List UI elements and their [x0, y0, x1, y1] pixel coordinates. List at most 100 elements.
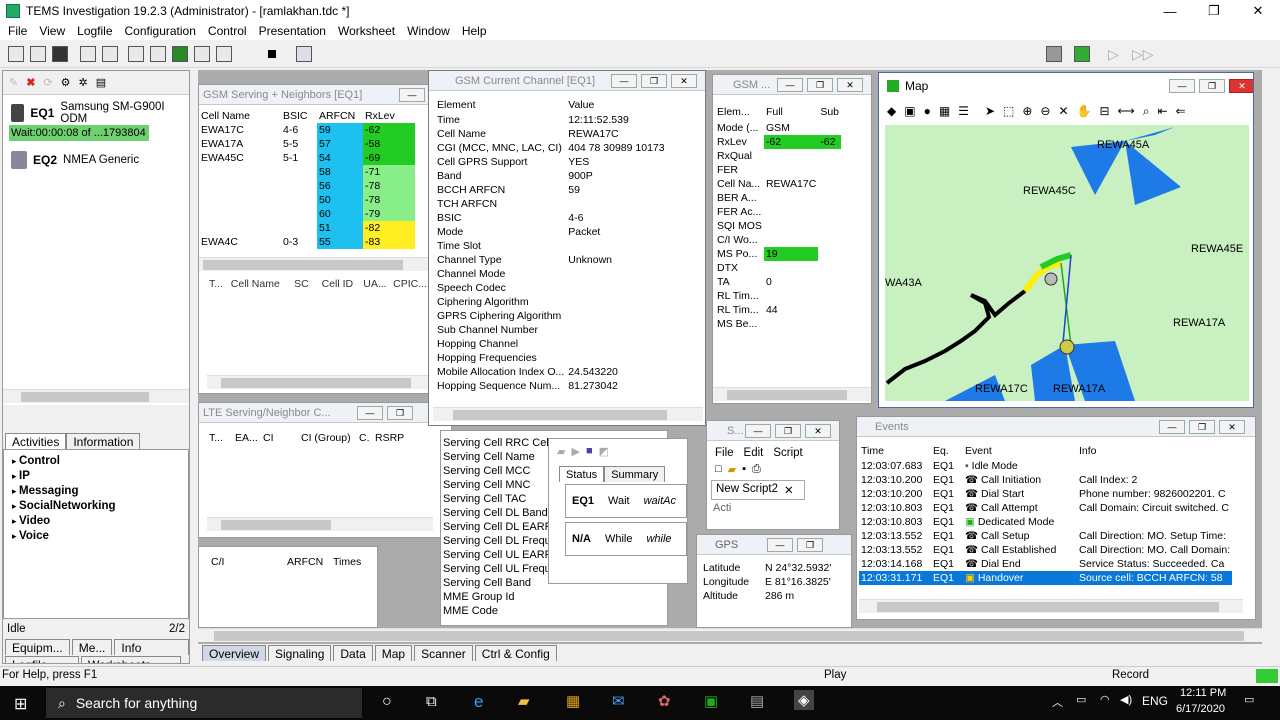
table-row[interactable]: Mode Packet [435, 225, 667, 239]
map-image-icon[interactable]: ▣ [904, 104, 915, 118]
tool-icon[interactable]: ✎ [9, 76, 18, 89]
table-row[interactable]: EWA17A 5-5 57 -58 [199, 137, 415, 151]
menu-control[interactable]: Control [202, 24, 253, 38]
tab-menu[interactable]: Me... [71, 639, 113, 655]
volume-icon[interactable]: ◀) [1120, 693, 1132, 706]
cortana-icon[interactable]: ○ [382, 693, 392, 711]
explorer-icon[interactable]: ▰ [518, 692, 530, 710]
map-close[interactable]: ✕ [1229, 79, 1253, 93]
gsm-serving-hscroll[interactable] [199, 257, 429, 271]
table-row[interactable]: MS Po... 19 [715, 247, 841, 261]
status-row-na[interactable]: N/A While while [565, 522, 687, 556]
table-row[interactable]: SQI MOS [715, 219, 841, 233]
script-close[interactable]: ✕ [805, 424, 831, 438]
menu-configuration[interactable]: Configuration [119, 24, 202, 38]
save-icon[interactable] [52, 46, 68, 62]
table-row[interactable]: Cell Na... REWA17C [715, 177, 841, 191]
table-row[interactable]: Hopping Frequencies [435, 351, 667, 365]
tab-summary[interactable]: Summary [604, 466, 666, 482]
table-row[interactable]: EWA17C 4-6 59 -62 [199, 123, 415, 137]
tree-item-ip[interactable]: IP [12, 469, 180, 484]
mail-icon[interactable]: ✉ [612, 692, 625, 710]
layout-icon[interactable] [194, 46, 210, 62]
tree-item-video[interactable]: Video [12, 514, 180, 529]
equipment-eq1[interactable]: EQ1 Samsung SM-G900I ODM [11, 101, 189, 125]
tems-taskbar-icon[interactable]: ◈ [794, 690, 814, 710]
search-map-icon[interactable]: ⌕ [1143, 104, 1150, 119]
table-row[interactable]: Channel Mode [435, 267, 667, 281]
globe-icon[interactable]: ● [924, 104, 931, 118]
tab-scanner[interactable]: Scanner [414, 645, 473, 661]
table-row[interactable]: 56 -78 [199, 179, 415, 193]
back-icon[interactable]: ⇐ [1176, 104, 1186, 118]
script-menu-file[interactable]: File [715, 447, 734, 459]
lte-minimize[interactable]: — [357, 406, 383, 420]
notifications-icon[interactable]: ▭ [1244, 693, 1254, 706]
gsm-current-maximize[interactable]: ❐ [641, 74, 667, 88]
table-row[interactable]: BER A... [715, 191, 841, 205]
table-row[interactable]: EWA45C 5-1 54 -69 [199, 151, 415, 165]
script-minimize[interactable]: — [745, 424, 771, 438]
green-tool-icon[interactable] [172, 46, 188, 62]
gsm-radio-minimize[interactable]: — [777, 78, 803, 92]
gps-maximize[interactable]: ❐ [797, 538, 823, 552]
open-file-icon[interactable] [30, 46, 46, 62]
lte-hscroll[interactable] [207, 517, 433, 531]
table-row[interactable]: Speech Codec [435, 281, 667, 295]
play-icon[interactable]: ▷ [1108, 46, 1119, 63]
table-row[interactable]: Cell Name REWA17C [435, 127, 667, 141]
script-tab[interactable]: New Script2 ✕ [711, 480, 805, 500]
tree-item-messaging[interactable]: Messaging [12, 484, 180, 499]
excel-taskbar-icon[interactable]: ▣ [704, 692, 718, 710]
map-layer-icon[interactable]: ◆ [887, 104, 896, 118]
status-row-eq1[interactable]: EQ1 Wait waitAc [565, 484, 687, 518]
gsm-current-hscroll[interactable] [433, 407, 703, 421]
edge-icon[interactable]: e [474, 692, 483, 712]
connect-icon[interactable] [296, 46, 312, 62]
table-row[interactable]: EWA4C 0-3 55 -83 [199, 235, 415, 249]
equipment-hscroll[interactable] [3, 389, 189, 403]
tree-item-control[interactable]: Control [12, 454, 180, 469]
gsm-serving-minimize[interactable]: — [399, 88, 425, 102]
table-row[interactable]: 58 -71 [199, 165, 415, 179]
table-row[interactable]: Mobile Allocation Index O... 24.543220 [435, 365, 667, 379]
refresh-icon[interactable]: ⟳ [43, 76, 52, 89]
tab-status[interactable]: Status [559, 466, 605, 482]
table-row[interactable]: 12:03:13.552 EQ1 ☎ Call Established Call Di… [859, 543, 1232, 557]
disconnect-icon[interactable]: ✖ [26, 76, 35, 89]
lte-maximize[interactable]: ❐ [387, 406, 413, 420]
language-indicator[interactable]: ENG [1142, 694, 1168, 708]
gsm-radio-close[interactable]: ✕ [837, 78, 863, 92]
app-icon-gray[interactable]: ▤ [750, 692, 764, 710]
new-file-icon[interactable] [8, 46, 24, 62]
script-menu-script[interactable]: Script [773, 447, 802, 459]
network-icon[interactable]: ▭ [1076, 693, 1086, 706]
table-row[interactable]: Band 900P [435, 169, 667, 183]
menu-file[interactable]: File [2, 24, 33, 38]
table-row[interactable]: TA 0 [715, 275, 841, 289]
table-row-selected[interactable]: 12:03:31.171 EQ1 ▣ Handover Source cell: BC… [859, 571, 1233, 585]
save-script-icon[interactable]: ▪ [742, 463, 746, 476]
clock-time[interactable]: 12:11 PM [1180, 687, 1226, 699]
scale-icon[interactable]: ⊟ [1099, 104, 1109, 118]
tray-chevron-icon[interactable]: ︿ [1052, 694, 1063, 710]
gsm-current-close[interactable]: ✕ [671, 74, 697, 88]
table-row[interactable]: Hopping Channel [435, 337, 667, 351]
maximize-button[interactable]: ❐ [1192, 0, 1236, 22]
table-row[interactable]: Time 12:11:52.539 [435, 113, 667, 127]
pan-icon[interactable]: ✋ [1077, 104, 1092, 118]
map-canvas[interactable]: REWA45A REWA45C REWA45E WA43A REWA17A RE… [885, 125, 1249, 401]
tab-data[interactable]: Data [333, 645, 373, 661]
gps-minimize[interactable]: — [767, 538, 793, 552]
table-row[interactable]: 12:03:10.200 EQ1 ☎ Call Initiation Call Ind… [859, 473, 1232, 487]
table-row[interactable]: RxLev -62 -62 [715, 135, 841, 149]
windows-start-icon[interactable]: ⊞ [14, 694, 27, 714]
pointer-icon[interactable]: ➤ [985, 104, 995, 118]
equipment-add-icon[interactable]: ▤ [96, 76, 106, 89]
tab-info-elements[interactable]: Info Elem... [114, 639, 189, 663]
tree-item-voice[interactable]: Voice [12, 529, 180, 544]
menu-presentation[interactable]: Presentation [253, 24, 332, 38]
table-row[interactable]: 12:03:14.168 EQ1 ☎ Dial End Service Status:… [859, 557, 1232, 571]
tab-worksheets[interactable]: Worksheets [81, 656, 181, 663]
print-preview-icon[interactable] [102, 46, 118, 62]
